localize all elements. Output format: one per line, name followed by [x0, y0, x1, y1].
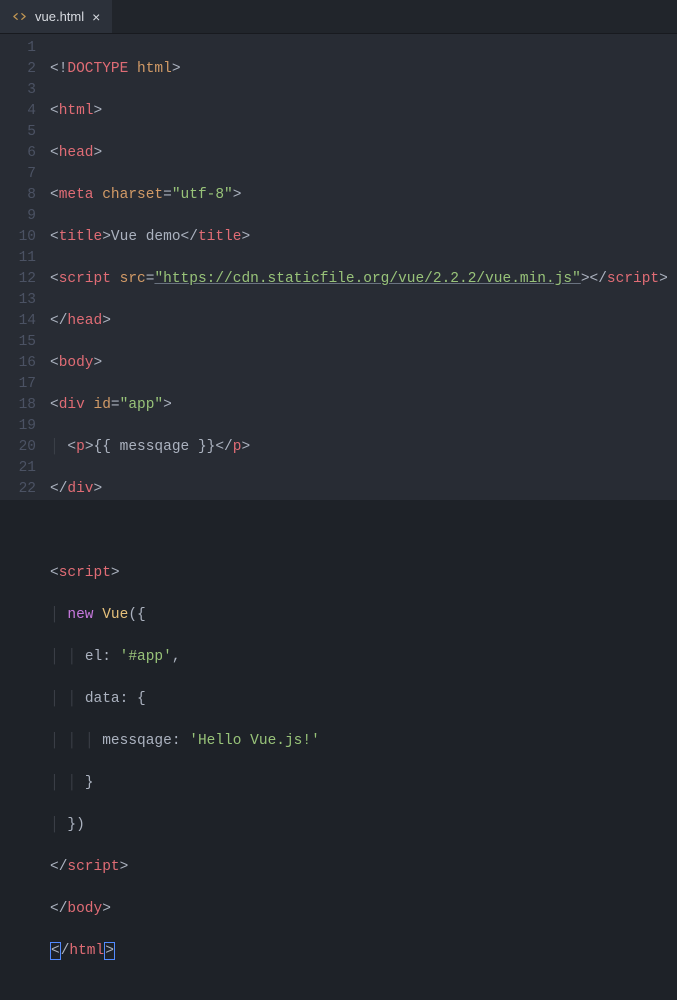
- code-line: <div id="app">: [50, 395, 677, 416]
- cursor: <: [50, 942, 61, 960]
- code-line: <!DOCTYPE html>: [50, 59, 677, 80]
- line-number: 19: [0, 416, 36, 437]
- line-number: 5: [0, 122, 36, 143]
- line-number: 6: [0, 143, 36, 164]
- tab-vue-html[interactable]: vue.html ×: [0, 0, 112, 33]
- tab-filename: vue.html: [35, 9, 84, 24]
- code-file-icon: [12, 9, 27, 24]
- editor[interactable]: 1 2 3 4 5 6 7 8 9 10 11 12 13 14 15 16 1…: [0, 34, 677, 500]
- line-number: 2: [0, 59, 36, 80]
- line-number-gutter: 1 2 3 4 5 6 7 8 9 10 11 12 13 14 15 16 1…: [0, 38, 50, 500]
- line-number: 4: [0, 101, 36, 122]
- code-line: │ │ el: '#app',: [50, 647, 677, 668]
- line-number: 14: [0, 311, 36, 332]
- code-line: [50, 521, 677, 542]
- line-number: 15: [0, 332, 36, 353]
- code-line: <html>: [50, 101, 677, 122]
- code-line: </html>: [50, 941, 677, 962]
- code-line: <script src="https://cdn.staticfile.org/…: [50, 269, 677, 290]
- line-number: 1: [0, 38, 36, 59]
- line-number: 3: [0, 80, 36, 101]
- code-line: <body>: [50, 353, 677, 374]
- code-line: </script>: [50, 857, 677, 878]
- code-line: <meta charset="utf-8">: [50, 185, 677, 206]
- code-line: </head>: [50, 311, 677, 332]
- line-number: 12: [0, 269, 36, 290]
- tab-bar: vue.html ×: [0, 0, 677, 34]
- line-number: 8: [0, 185, 36, 206]
- line-number: 16: [0, 353, 36, 374]
- code-line: <head>: [50, 143, 677, 164]
- line-number: 17: [0, 374, 36, 395]
- code-line: </div>: [50, 479, 677, 500]
- code-line: │ <p>{{ messqage }}</p>: [50, 437, 677, 458]
- cursor: >: [104, 942, 115, 960]
- line-number: 7: [0, 164, 36, 185]
- code-line: │ new Vue({: [50, 605, 677, 626]
- code-line: <title>Vue demo</title>: [50, 227, 677, 248]
- line-number: 18: [0, 395, 36, 416]
- line-number: 13: [0, 290, 36, 311]
- code-line: │ │ │ messqage: 'Hello Vue.js!': [50, 731, 677, 752]
- line-number: 11: [0, 248, 36, 269]
- code-line: │ │ data: {: [50, 689, 677, 710]
- code-line: <script>: [50, 563, 677, 584]
- line-number: 9: [0, 206, 36, 227]
- code-line: </body>: [50, 899, 677, 920]
- close-icon[interactable]: ×: [92, 10, 100, 24]
- code-line: │ }): [50, 815, 677, 836]
- code-area[interactable]: <!DOCTYPE html> <html> <head> <meta char…: [50, 38, 677, 500]
- line-number: 21: [0, 458, 36, 479]
- line-number: 22: [0, 479, 36, 500]
- line-number: 20: [0, 437, 36, 458]
- code-line: │ │ }: [50, 773, 677, 794]
- line-number: 10: [0, 227, 36, 248]
